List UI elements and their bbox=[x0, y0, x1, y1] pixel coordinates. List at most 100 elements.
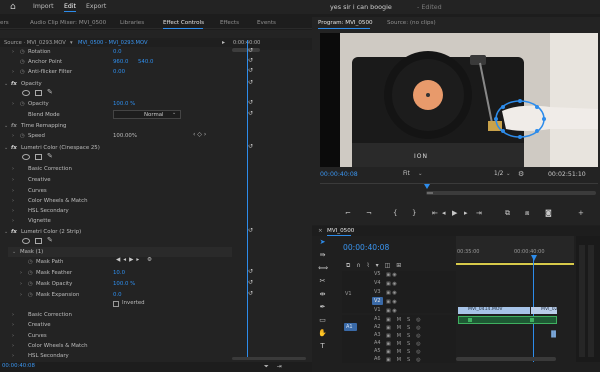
slip-tool-icon[interactable]: ⇹ bbox=[318, 290, 327, 299]
anchor-y-value[interactable]: 540.0 bbox=[138, 57, 153, 67]
hsl-row[interactable]: › HSL Secondary bbox=[0, 206, 232, 216]
clip-v1-1[interactable]: MVI_0414.MOV bbox=[458, 307, 530, 314]
home-icon[interactable]: ⌂ bbox=[10, 2, 20, 12]
timeline-playhead-head[interactable] bbox=[531, 255, 537, 261]
keyframe-nav-icons[interactable]: ‹ ◇ › bbox=[193, 131, 206, 138]
track-a3[interactable]: A3 bbox=[374, 332, 381, 338]
tab-sequence[interactable]: MVI_0500 bbox=[327, 228, 354, 234]
track-v2[interactable]: V2 bbox=[374, 298, 381, 304]
nav-export[interactable]: Export bbox=[86, 3, 106, 10]
play-icon[interactable]: ▶ bbox=[452, 209, 457, 217]
reset-icon[interactable]: ↺ bbox=[248, 290, 253, 297]
lumetri1-row[interactable]: ⌄ fx Lumetri Color (Cinespace 25) bbox=[0, 143, 232, 153]
stopwatch-icon[interactable]: ◷ bbox=[20, 67, 25, 77]
resolution-select[interactable]: 1/2 bbox=[494, 171, 503, 177]
go-to-in-point-icon[interactable]: ⇤ bbox=[432, 209, 438, 217]
track-select-icon[interactable]: ⇛ bbox=[318, 251, 327, 260]
mark-out-icon[interactable]: ¬ bbox=[366, 209, 372, 217]
v1-source-label[interactable]: V1 bbox=[345, 291, 352, 297]
reset-icon[interactable]: ↺ bbox=[248, 79, 253, 86]
go-to-out-icon[interactable]: } bbox=[412, 209, 416, 217]
antiflicker-value[interactable]: 0.00 bbox=[113, 67, 125, 77]
reset-icon[interactable]: ↺ bbox=[248, 99, 253, 106]
reset-icon[interactable]: ↺ bbox=[248, 110, 253, 117]
mini-timeline-bar[interactable] bbox=[232, 48, 260, 52]
track-v5[interactable]: V5 bbox=[374, 271, 381, 277]
opacity-value[interactable]: 100.0 % bbox=[113, 99, 135, 109]
audio-track-toggles[interactable]: ▣MS◎ ▣MS◎ ▣MS◎ ▣MS◎ ▣MS◎ ▣MS◎ bbox=[386, 316, 427, 364]
selection-tool-icon[interactable]: ➤ bbox=[318, 238, 327, 247]
program-scrub-bar[interactable] bbox=[320, 183, 598, 191]
tab-program[interactable]: Program: MVI_0500 bbox=[318, 20, 373, 26]
ellipse-mask-icon[interactable] bbox=[22, 90, 30, 96]
stopwatch-icon[interactable]: ◷ bbox=[28, 257, 33, 267]
wrench-icon[interactable]: ⚙ bbox=[518, 170, 524, 178]
tab-events[interactable]: Events bbox=[257, 20, 276, 26]
basic2-row[interactable]: › Basic Correction bbox=[0, 310, 232, 320]
fit-select[interactable]: Fit bbox=[403, 171, 410, 177]
step-back-icon[interactable]: ◂ bbox=[442, 209, 446, 217]
vignette-row[interactable]: › Vignette bbox=[0, 216, 232, 226]
reset-icon[interactable]: ↺ bbox=[248, 268, 253, 275]
mask-row[interactable]: ⌄ Mask (1) bbox=[0, 247, 232, 257]
anchor-x-value[interactable]: 960.0 bbox=[113, 57, 128, 67]
timeremap-row[interactable]: ⌄ fx Time Remapping bbox=[0, 121, 232, 131]
expansion-value[interactable]: 0.0 bbox=[113, 290, 122, 300]
program-playhead[interactable] bbox=[424, 184, 430, 189]
sequence-label[interactable]: MVI_0500 - MVI_0293.MOV bbox=[78, 40, 148, 46]
opacity-header-row[interactable]: ⌄ fx Opacity bbox=[0, 79, 232, 89]
tab-audio-clip-mixer[interactable]: Audio Clip Mixer: MVI_0500 bbox=[30, 20, 106, 26]
stopwatch-icon[interactable]: ◷ bbox=[20, 57, 25, 67]
stopwatch-icon[interactable]: ◷ bbox=[20, 131, 25, 141]
ec-scrollbar[interactable] bbox=[232, 357, 306, 360]
clip-v1-2[interactable]: MVI_029 bbox=[531, 307, 557, 314]
pen-mask-icon[interactable]: ✎ bbox=[47, 88, 53, 96]
stopwatch-icon[interactable]: ◷ bbox=[28, 268, 33, 278]
feather-value[interactable]: 10.0 bbox=[113, 268, 125, 278]
mask-tracking-controls[interactable]: ◀◂▶▸ ⚙ bbox=[116, 257, 155, 263]
stopwatch-icon[interactable]: ◷ bbox=[20, 47, 25, 57]
pen-mask-icon[interactable]: ✎ bbox=[47, 152, 53, 160]
track-v1[interactable]: V1 bbox=[374, 307, 381, 313]
tab-effect-controls[interactable]: Effect Controls bbox=[163, 20, 204, 26]
basic-row[interactable]: › Basic Correction bbox=[0, 164, 232, 174]
close-icon[interactable]: × bbox=[318, 228, 323, 234]
mark-in-icon[interactable]: ⌐ bbox=[345, 209, 351, 217]
program-timecode[interactable]: 00:00:40:08 bbox=[320, 171, 358, 178]
rotation-value[interactable]: 0.0 bbox=[113, 47, 122, 57]
type-tool-icon[interactable]: T bbox=[318, 342, 327, 351]
mask-opacity-value[interactable]: 100.0 % bbox=[113, 279, 135, 289]
ripple-edit-icon[interactable]: ⟺ bbox=[318, 264, 328, 273]
timeline-toolbar-icons[interactable]: ⧉∩⌇▾◫⊞ bbox=[346, 262, 407, 270]
rectangle-tool-icon[interactable]: ▭ bbox=[318, 316, 327, 325]
ellipse-mask-icon[interactable] bbox=[22, 154, 30, 160]
ec-footer-icons[interactable]: ⏷ ⇥ bbox=[264, 363, 285, 371]
reset-icon[interactable]: ↺ bbox=[248, 67, 253, 74]
reset-icon[interactable]: ↺ bbox=[248, 227, 253, 234]
add-button-icon[interactable]: + bbox=[578, 209, 584, 217]
rectangle-mask-icon[interactable] bbox=[35, 154, 42, 160]
pen-tool-icon[interactable]: ✒ bbox=[318, 303, 327, 312]
ec-timecode[interactable]: 00:00:40:08 bbox=[2, 363, 35, 369]
work-area-bar[interactable] bbox=[456, 263, 574, 265]
track-a1[interactable]: A1 bbox=[374, 316, 381, 322]
tab-partial[interactable]: ers bbox=[0, 20, 9, 26]
inverted-checkbox[interactable] bbox=[113, 301, 119, 307]
track-v4[interactable]: V4 bbox=[374, 280, 381, 286]
a1-source-label[interactable]: A1 bbox=[346, 324, 353, 330]
curves-row[interactable]: › Curves bbox=[0, 186, 232, 196]
creative2-row[interactable]: › Creative bbox=[0, 320, 232, 330]
hsl2-row[interactable]: › HSL Secondary bbox=[0, 351, 232, 361]
cwm-row[interactable]: › Color Wheels & Match bbox=[0, 196, 232, 206]
reset-icon[interactable]: ↺ bbox=[248, 279, 253, 286]
step-forward-icon[interactable]: ▸ bbox=[464, 209, 468, 217]
track-a2[interactable]: A2 bbox=[374, 324, 381, 330]
reset-icon[interactable]: ↺ bbox=[248, 57, 253, 64]
program-zoom-handle[interactable] bbox=[427, 192, 433, 194]
curves2-row[interactable]: › Curves bbox=[0, 331, 232, 341]
reset-icon[interactable]: ↺ bbox=[248, 47, 253, 54]
lumetri2-row[interactable]: ⌄ fx Lumetri Color (2 Strip) bbox=[0, 227, 232, 237]
play-only-icon[interactable]: ▸ bbox=[222, 39, 225, 46]
cwm2-row[interactable]: › Color Wheels & Match bbox=[0, 341, 232, 351]
track-a6[interactable]: A6 bbox=[374, 356, 381, 362]
